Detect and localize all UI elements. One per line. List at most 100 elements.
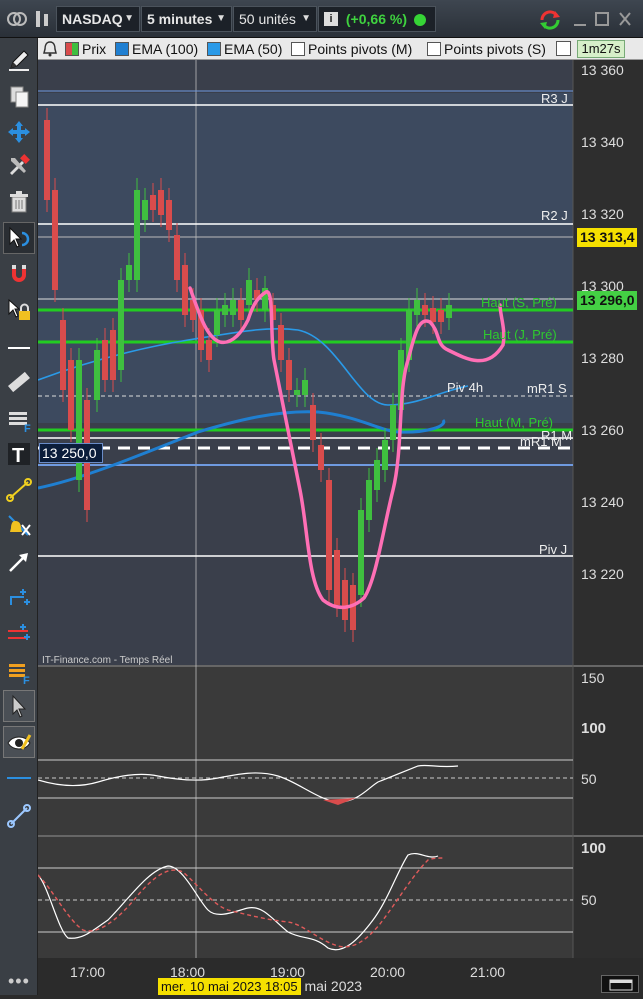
price-tick: 13 240	[581, 494, 624, 510]
countdown-badge: 1m27s	[577, 40, 625, 58]
link-icon[interactable]	[4, 6, 28, 32]
hline-icon[interactable]	[3, 762, 35, 794]
tools-icon[interactable]	[3, 150, 35, 182]
ema50-swatch-icon	[207, 42, 221, 56]
trash-icon[interactable]	[3, 186, 35, 218]
price-tick: 13 360	[581, 62, 624, 78]
candle	[126, 265, 132, 280]
legend-label: Prix	[82, 41, 107, 57]
legend-item-ema100[interactable]: EMA (100)	[112, 40, 198, 58]
eye-icon[interactable]	[3, 726, 35, 758]
stoch-panel-bg	[38, 837, 573, 958]
level-label-r2j: R2 J	[541, 208, 568, 223]
refresh-icon[interactable]	[537, 8, 563, 32]
timeframe-select[interactable]: 5 minutes ▼	[141, 6, 232, 32]
copy-icon[interactable]	[3, 80, 35, 112]
chart-area[interactable]	[38, 60, 643, 958]
segment-icon[interactable]	[3, 474, 35, 506]
candle	[438, 310, 444, 322]
move-icon[interactable]	[3, 116, 35, 148]
chart-type-icon[interactable]	[33, 6, 53, 32]
stoch-tick: 100	[581, 840, 607, 857]
candle	[366, 480, 372, 520]
level-label-haut-s: Haut (S, Pré)	[481, 295, 557, 310]
chevron-down-icon: ▼	[124, 13, 134, 24]
legend-item-pivots-m[interactable]: Points pivots (M)	[288, 40, 412, 58]
svg-text:F: F	[24, 423, 31, 433]
candle	[358, 510, 364, 595]
drawing-toolbar: F T F •••	[0, 38, 38, 995]
candle	[374, 460, 380, 490]
candle	[422, 305, 428, 315]
level-label-haut-j: Haut (J, Pré)	[483, 327, 557, 342]
symbol-select[interactable]: NASDAQ ▼	[56, 6, 140, 32]
minimize-icon[interactable]	[572, 10, 588, 28]
candle	[110, 330, 116, 380]
link-tool-icon[interactable]	[3, 800, 35, 832]
candle	[302, 380, 308, 395]
legend-item-prix[interactable]: Prix	[62, 40, 106, 58]
candle	[214, 310, 220, 335]
price-tick: 13 340	[581, 134, 624, 150]
text-icon[interactable]: T	[3, 438, 35, 470]
candle	[206, 340, 212, 360]
symbol-label: NASDAQ	[62, 11, 123, 27]
magnet-icon[interactable]	[3, 258, 35, 290]
maximize-icon[interactable]	[594, 10, 610, 28]
data-source-label: IT-Finance.com - Temps Réel	[42, 655, 173, 666]
fibonacci-icon[interactable]: F	[3, 404, 35, 436]
pivots-s-swatch-icon	[427, 42, 441, 56]
units-label: 50 unités	[239, 11, 296, 27]
time-tick: 20:00	[370, 964, 406, 980]
candle	[382, 440, 388, 470]
candle	[326, 480, 332, 590]
legend-item-ema50[interactable]: EMA (50)	[204, 40, 282, 58]
price-tick: 13 320	[581, 206, 624, 222]
timeframe-label: 5 minutes	[147, 11, 213, 27]
line-icon[interactable]	[3, 332, 35, 364]
alert-icon[interactable]	[3, 510, 35, 542]
candle	[174, 235, 180, 280]
status-dot-icon	[413, 14, 426, 27]
pivots-m-swatch-icon	[291, 42, 305, 56]
candle	[182, 265, 188, 315]
candle	[166, 200, 172, 230]
close-icon[interactable]	[617, 10, 633, 28]
pencil-icon[interactable]	[3, 44, 35, 76]
legend-scroll-box[interactable]	[556, 41, 571, 56]
info-icon[interactable]: i	[324, 12, 338, 26]
rsi-tick: 50	[581, 771, 597, 787]
arrow-icon[interactable]	[3, 546, 35, 578]
svg-text:F: F	[23, 675, 30, 685]
lock-icon[interactable]	[3, 294, 35, 326]
price-tick: 13 220	[581, 566, 624, 582]
pointer-icon[interactable]	[3, 690, 35, 722]
level-label-mr1s: mR1 S	[527, 381, 567, 396]
level-label-piv4h: Piv 4h	[447, 380, 484, 395]
units-select[interactable]: 50 unités ▼	[233, 6, 317, 32]
badge-text: 13 313,4	[580, 229, 635, 245]
candle	[294, 390, 300, 395]
candle	[134, 190, 140, 280]
candle	[118, 280, 124, 370]
price-tick: 13 260	[581, 422, 624, 438]
parallel-icon[interactable]	[3, 618, 35, 650]
chevron-down-icon: ▼	[301, 13, 311, 24]
undo-cursor-icon[interactable]	[3, 222, 35, 254]
candle	[222, 305, 228, 315]
candle	[278, 325, 284, 360]
bell-icon[interactable]	[41, 40, 59, 58]
ruler-icon[interactable]	[3, 366, 35, 398]
candle	[150, 195, 156, 210]
cursor-price-text: 13 250,0	[42, 445, 97, 461]
legend-item-pivots-s[interactable]: Points pivots (S)	[424, 40, 546, 58]
candle	[334, 550, 340, 605]
channel-icon[interactable]	[3, 582, 35, 614]
candle	[102, 340, 108, 380]
stoch-tick: 50	[581, 892, 597, 908]
panel-icon[interactable]	[601, 975, 639, 993]
price-swatch-icon	[65, 42, 79, 56]
indicator-icon[interactable]: F	[3, 656, 35, 688]
rsi-panel-bg	[38, 667, 573, 835]
more-icon[interactable]: •••	[8, 971, 30, 992]
